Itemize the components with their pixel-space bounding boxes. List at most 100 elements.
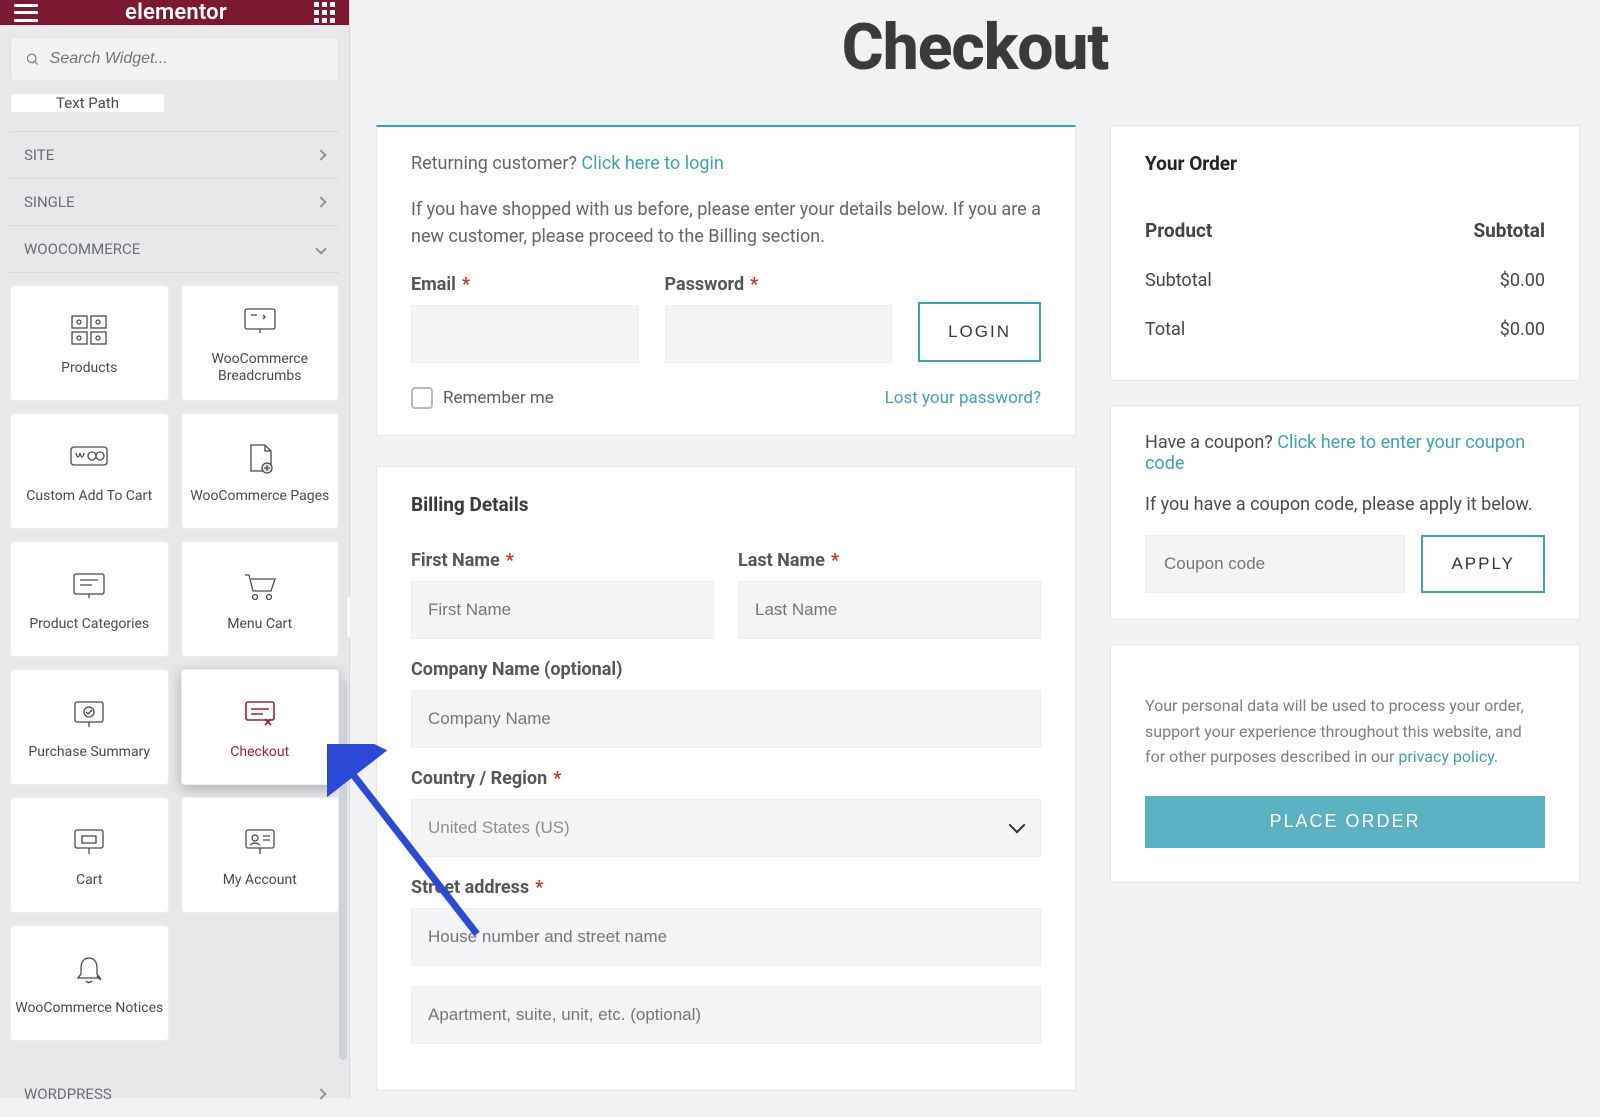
street-address-1-input[interactable] (411, 908, 1041, 966)
hamburger-icon[interactable] (14, 4, 38, 22)
apps-grid-icon[interactable] (314, 2, 335, 23)
required-asterisk: * (831, 550, 839, 571)
coupon-description: If you have a coupon code, please apply … (1145, 494, 1545, 515)
login-card: Returning customer? Click here to login … (376, 125, 1076, 436)
brand-label: elementor (125, 0, 227, 25)
widget-cart[interactable]: Cart (10, 797, 169, 913)
coupon-input[interactable] (1145, 535, 1405, 593)
widget-wc-notices[interactable]: WooCommerce Notices (10, 925, 169, 1041)
page-title: Checkout (370, 0, 1580, 125)
categories-icon (72, 566, 106, 606)
section-woocommerce[interactable]: WOOCOMMERCE (10, 226, 339, 273)
order-subtotal-header: Subtotal (1473, 219, 1545, 242)
privacy-text: Your personal data will be used to proce… (1145, 693, 1545, 770)
pages-icon (245, 438, 275, 478)
widget-product-categories[interactable]: Product Categories (10, 541, 169, 657)
company-label: Company Name (optional) (411, 659, 622, 680)
search-icon (25, 51, 40, 67)
email-input[interactable] (411, 305, 639, 363)
widget-label: WooCommerce Pages (190, 488, 329, 504)
order-product-header: Product (1145, 219, 1212, 242)
summary-icon (72, 694, 106, 734)
cart-box-icon (72, 822, 106, 862)
widget-label: Products (61, 360, 117, 376)
returning-customer-notice: Returning customer? Click here to login (411, 153, 1041, 174)
email-label: Email (411, 274, 456, 295)
section-site-label: SITE (24, 146, 54, 164)
search-input[interactable] (50, 50, 324, 68)
cart-icon (243, 566, 277, 606)
required-asterisk: * (506, 550, 514, 571)
bell-icon (74, 950, 104, 990)
page-canvas: Checkout Returning customer? Click here … (350, 0, 1600, 1098)
order-title: Your Order (1145, 152, 1545, 175)
section-woocommerce-label: WOOCOMMERCE (24, 240, 140, 258)
products-icon (71, 310, 107, 350)
widgets-grid: Products WooCommerce Breadcrumbs Custom … (0, 273, 349, 1071)
woo-icon (70, 438, 108, 478)
widget-checkout[interactable]: Checkout (181, 669, 340, 785)
sidebar-header: elementor (0, 0, 349, 25)
widget-wc-breadcrumbs[interactable]: WooCommerce Breadcrumbs (181, 285, 340, 401)
last-name-label: Last Name (738, 550, 825, 571)
order-subtotal-label: Subtotal (1145, 270, 1212, 291)
widget-purchase-summary[interactable]: Purchase Summary (10, 669, 169, 785)
remember-me-toggle[interactable]: Remember me (411, 387, 554, 409)
billing-card: Billing Details First Name* Last Name* C… (376, 466, 1076, 1091)
required-asterisk: * (535, 877, 543, 898)
password-input[interactable] (665, 305, 893, 363)
widget-label: WooCommerce Notices (15, 1000, 163, 1016)
returning-prompt: Returning customer? (411, 153, 581, 174)
widget-menu-cart[interactable]: Menu Cart (181, 541, 340, 657)
widget-my-account[interactable]: My Account (181, 797, 340, 913)
remember-label: Remember me (443, 388, 554, 408)
widget-label: Checkout (230, 744, 289, 760)
sidebar-scrollbar[interactable] (339, 680, 347, 1060)
chevron-right-icon (315, 149, 326, 160)
order-subtotal-value: $0.00 (1500, 270, 1545, 291)
place-order-card: Your personal data will be used to proce… (1110, 644, 1580, 883)
street-address-2-input[interactable] (411, 986, 1041, 1044)
chevron-right-icon (315, 196, 326, 207)
company-input[interactable] (411, 690, 1041, 748)
checkbox-icon (411, 387, 433, 409)
country-select[interactable] (411, 799, 1041, 857)
section-single[interactable]: SINGLE (10, 179, 339, 226)
login-button[interactable]: LOGIN (918, 302, 1041, 362)
checkout-icon (243, 694, 277, 734)
widget-label: My Account (223, 872, 297, 888)
widget-label: Product Categories (29, 616, 149, 632)
widget-label: Custom Add To Cart (26, 488, 152, 504)
right-column: Your Order Product Subtotal Subtotal $0.… (1110, 125, 1580, 1091)
section-site[interactable]: SITE (10, 131, 339, 179)
required-asterisk: * (462, 274, 470, 295)
section-wordpress[interactable]: WORDPRESS (10, 1071, 339, 1117)
password-label: Password (665, 274, 745, 295)
elementor-sidebar: elementor Text Path SITE SINGLE WOOCOMME… (0, 0, 350, 1098)
left-column: Returning customer? Click here to login … (376, 125, 1076, 1091)
widget-custom-add-to-cart[interactable]: Custom Add To Cart (10, 413, 169, 529)
text-path-button[interactable]: Text Path (10, 93, 165, 113)
widget-products[interactable]: Products (10, 285, 169, 401)
order-total-label: Total (1145, 319, 1185, 340)
country-value (411, 799, 1041, 857)
place-order-button[interactable]: PLACE ORDER (1145, 796, 1545, 848)
login-toggle-link[interactable]: Click here to login (581, 153, 723, 174)
last-name-input[interactable] (738, 581, 1041, 639)
coupon-card: Have a coupon? Click here to enter your … (1110, 405, 1580, 620)
breadcrumbs-icon (243, 301, 277, 341)
apply-coupon-button[interactable]: APPLY (1421, 535, 1545, 593)
widget-label: Purchase Summary (28, 744, 150, 760)
widget-wc-pages[interactable]: WooCommerce Pages (181, 413, 340, 529)
search-widget[interactable] (10, 37, 339, 81)
section-single-label: SINGLE (24, 193, 75, 211)
widget-label: Cart (76, 872, 102, 888)
coupon-prompt: Have a coupon? (1145, 432, 1277, 453)
section-wordpress-label: WORDPRESS (24, 1085, 112, 1103)
privacy-policy-link[interactable]: privacy policy (1398, 747, 1494, 766)
first-name-input[interactable] (411, 581, 714, 639)
first-name-label: First Name (411, 550, 500, 571)
required-asterisk: * (553, 768, 561, 789)
street-label: Street address (411, 877, 529, 898)
lost-password-link[interactable]: Lost your password? (885, 388, 1041, 408)
